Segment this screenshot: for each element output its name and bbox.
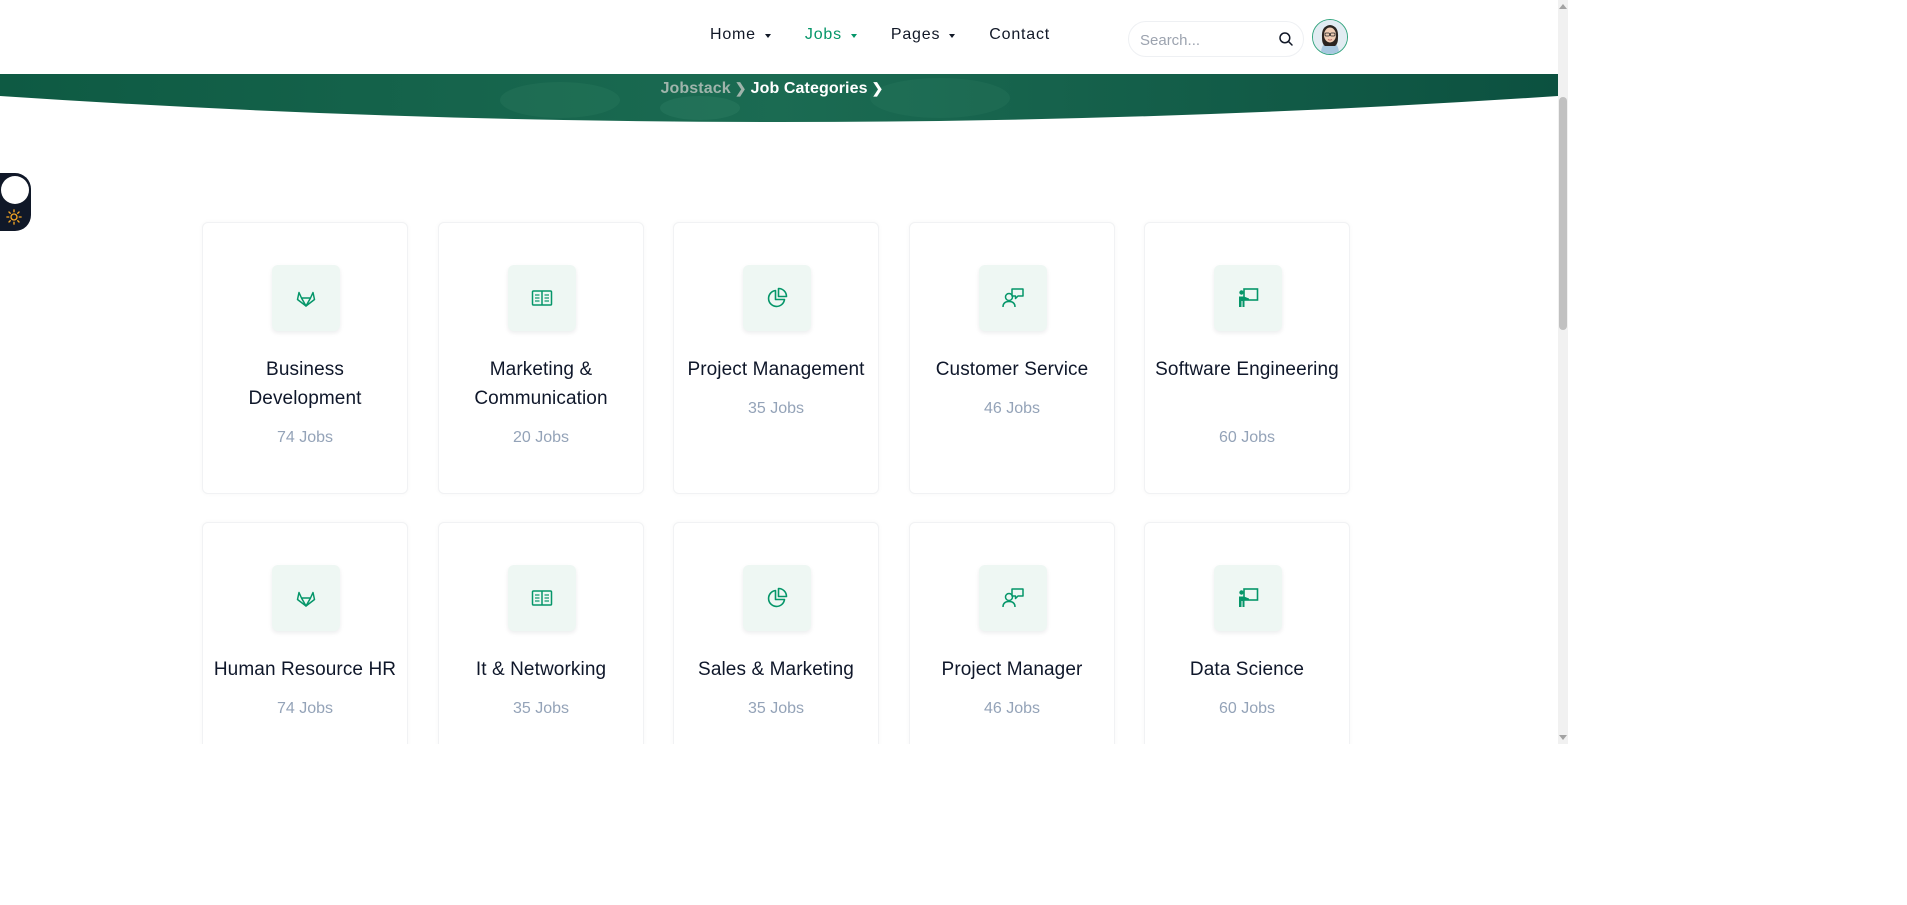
category-icon-box	[508, 265, 576, 331]
search-box	[1128, 21, 1304, 57]
chevron-right-icon: ❯	[734, 80, 747, 96]
nav-item-label: Contact	[989, 26, 1051, 43]
category-icon-box	[272, 565, 340, 631]
category-icon-box	[1214, 265, 1282, 331]
nav-item-contact[interactable]: Contact	[989, 26, 1050, 44]
category-card[interactable]: Project Manager 46 Jobs	[909, 522, 1115, 744]
chevron-right-icon: ❯	[871, 80, 884, 96]
nav-item-label: Home	[710, 26, 756, 43]
category-job-count: 74 Jobs	[276, 429, 334, 446]
category-job-count: 35 Jobs	[747, 400, 805, 417]
category-icon-box	[979, 265, 1047, 331]
category-icon-box	[272, 265, 340, 331]
category-title[interactable]: It & Networking	[447, 655, 635, 684]
sun-icon	[6, 209, 22, 225]
page-scrollbar[interactable]	[1558, 0, 1568, 744]
category-icon-box	[979, 565, 1047, 631]
category-card[interactable]: Customer Service 46 Jobs	[909, 222, 1115, 494]
category-card[interactable]: Marketing & Communication 20 Jobs	[438, 222, 644, 494]
avatar-image	[1313, 20, 1347, 54]
scroll-down-arrow-icon[interactable]	[1559, 735, 1567, 740]
category-icon-box	[743, 265, 811, 331]
scroll-up-arrow-icon[interactable]	[1559, 4, 1567, 9]
category-card[interactable]: Software Engineering 60 Jobs	[1144, 222, 1350, 494]
category-title[interactable]: Human Resource HR	[211, 655, 399, 684]
category-card[interactable]: Business Development 74 Jobs	[202, 222, 408, 494]
breadcrumb: Jobstack ❯ Job Categories ❯	[0, 80, 1548, 98]
category-icon-box	[743, 565, 811, 631]
category-title[interactable]: Marketing & Communication	[447, 355, 635, 413]
category-job-count: 20 Jobs	[512, 429, 570, 446]
category-icon-box	[1214, 565, 1282, 631]
category-card[interactable]: It & Networking 35 Jobs	[438, 522, 644, 744]
theme-toggle[interactable]	[0, 173, 31, 231]
user-avatar[interactable]	[1312, 19, 1348, 55]
breadcrumb-root-link[interactable]: Jobstack	[661, 80, 731, 97]
category-job-count: 46 Jobs	[983, 400, 1041, 417]
nav-item-label: Jobs	[804, 26, 842, 43]
user-message-icon	[1002, 288, 1024, 308]
category-title[interactable]: Business Development	[211, 355, 399, 413]
top-navbar: Home Jobs Pages Contact	[0, 0, 1558, 74]
category-card[interactable]: Data Science 60 Jobs	[1144, 522, 1350, 744]
category-title[interactable]: Data Science	[1153, 655, 1341, 684]
category-card[interactable]: Sales & Marketing 35 Jobs	[673, 522, 879, 744]
category-title[interactable]: Project Management	[682, 355, 870, 384]
nav-item-pages[interactable]: Pages	[890, 26, 956, 44]
breadcrumb-current: Job Categories	[750, 80, 868, 97]
search-input[interactable]	[1140, 30, 1270, 50]
book-open-icon	[531, 590, 553, 606]
scrollbar-thumb[interactable]	[1559, 97, 1567, 330]
category-icon-box	[508, 565, 576, 631]
category-job-count: 46 Jobs	[983, 700, 1041, 717]
gitlab-icon	[296, 591, 316, 607]
category-job-count: 35 Jobs	[512, 700, 570, 717]
toggle-knob	[1, 176, 29, 204]
main-menu: Home Jobs Pages Contact	[710, 26, 1050, 44]
nav-item-jobs[interactable]: Jobs	[805, 26, 857, 44]
pie-chart-icon	[767, 587, 788, 608]
category-job-count: 74 Jobs	[276, 700, 334, 717]
gitlab-icon	[296, 291, 316, 307]
category-title[interactable]: Software Engineering	[1153, 355, 1341, 384]
presentation-icon	[1239, 288, 1259, 307]
caret-down-icon	[949, 33, 956, 38]
nav-item-home[interactable]: Home	[710, 26, 771, 44]
caret-down-icon	[850, 33, 857, 38]
pie-chart-icon	[767, 287, 788, 308]
caret-down-icon	[764, 33, 771, 38]
book-open-icon	[531, 290, 553, 306]
category-title[interactable]: Sales & Marketing	[682, 655, 870, 684]
category-card[interactable]: Project Management 35 Jobs	[673, 222, 879, 494]
user-message-icon	[1002, 588, 1024, 608]
category-job-count: 60 Jobs	[1218, 700, 1276, 717]
category-job-count: 60 Jobs	[1218, 429, 1276, 446]
category-title[interactable]: Customer Service	[918, 355, 1106, 384]
presentation-icon	[1239, 588, 1259, 607]
page: Jobstack ❯ Job Categories ❯ Home Jobs Pages…	[0, 0, 1568, 744]
category-job-count: 35 Jobs	[747, 700, 805, 717]
category-title[interactable]: Project Manager	[918, 655, 1106, 684]
search-icon[interactable]	[1277, 30, 1295, 48]
category-card[interactable]: Human Resource HR 74 Jobs	[202, 522, 408, 744]
nav-item-label: Pages	[890, 26, 941, 43]
